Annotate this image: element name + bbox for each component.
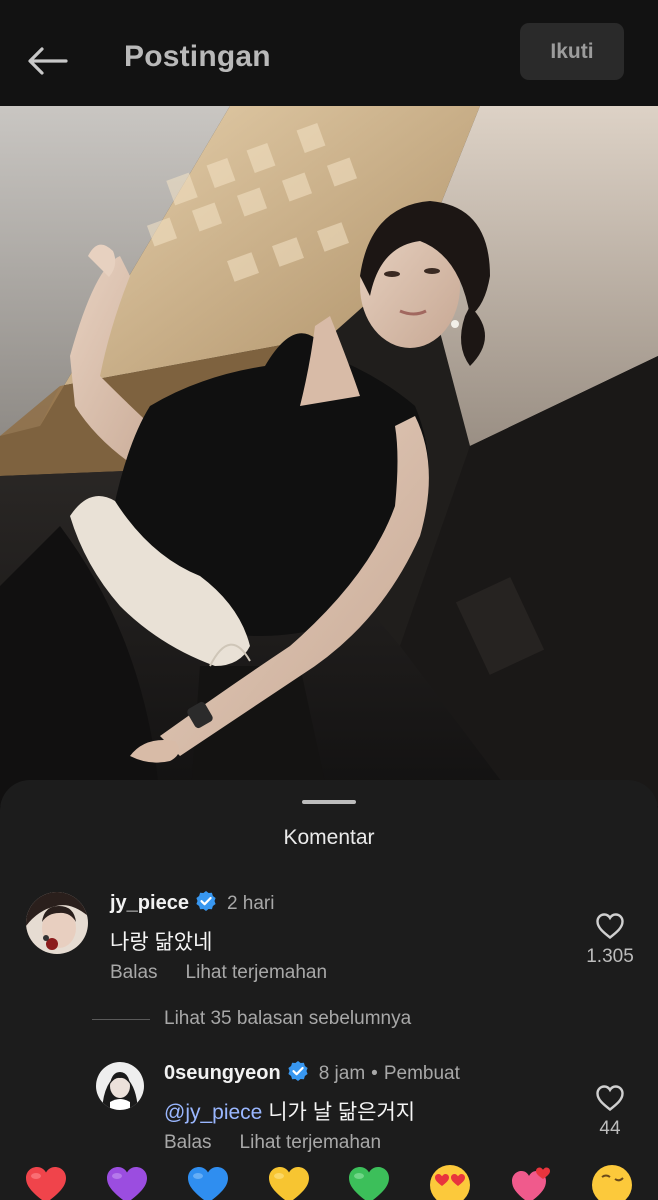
see-translation-button[interactable]: Lihat terjemahan <box>240 1132 382 1154</box>
page-title: Postingan <box>124 40 271 73</box>
top-bar: Postingan Ikuti <box>0 0 658 106</box>
see-translation-button[interactable]: Lihat terjemahan <box>186 962 328 984</box>
comment-text: 나랑 닮았네 <box>110 931 213 954</box>
heart-outline-icon[interactable] <box>595 1084 625 1112</box>
view-previous-replies-label: Lihat 35 balasan sebelumnya <box>164 1008 412 1029</box>
mention-link[interactable]: @jy_piece <box>164 1101 262 1124</box>
follow-button[interactable]: Ikuti <box>520 23 624 80</box>
purple-heart-emoji-button[interactable] <box>105 1163 149 1200</box>
avatar[interactable] <box>26 892 88 954</box>
kissing-emoji-button[interactable] <box>590 1163 634 1200</box>
comment-time: 8 jam <box>318 1062 366 1084</box>
two-hearts-emoji-icon <box>511 1167 550 1200</box>
separator-dot: • <box>371 1062 378 1084</box>
heart-eyes-emoji-button[interactable] <box>428 1163 472 1200</box>
verified-badge-icon <box>195 890 217 917</box>
green-heart-emoji-button[interactable] <box>347 1163 391 1200</box>
purple-heart-emoji-icon <box>107 1167 148 1200</box>
comment-username[interactable]: jy_piece <box>110 892 189 915</box>
like-control: 1.305 <box>580 912 640 968</box>
divider <box>92 1018 150 1020</box>
green-heart-emoji-icon <box>349 1167 390 1200</box>
comment-body: 니가 날 닮은거지 <box>268 1101 416 1124</box>
comments-sheet: Komentar jy_piece 2 hari 나랑 닮았네 Balas Li… <box>0 780 658 1200</box>
heart-eyes-emoji-icon <box>430 1165 471 1200</box>
blue-heart-emoji-button[interactable] <box>186 1163 230 1200</box>
reply-button[interactable]: Balas <box>110 962 158 984</box>
yellow-heart-emoji-button[interactable] <box>267 1163 311 1200</box>
back-arrow-icon <box>28 47 68 75</box>
comment-text: @jy_piece 니가 날 닮은거지 <box>164 1096 415 1126</box>
comment-username[interactable]: 0seungyeon <box>164 1062 281 1085</box>
red-heart-emoji-button[interactable] <box>24 1163 68 1200</box>
yellow-heart-emoji-icon <box>268 1167 309 1200</box>
avatar[interactable] <box>96 1062 144 1110</box>
sheet-grabber[interactable] <box>302 800 356 804</box>
sheet-title: Komentar <box>283 826 375 849</box>
red-heart-emoji-icon <box>26 1167 67 1200</box>
blue-heart-emoji-icon <box>187 1167 228 1200</box>
view-previous-replies[interactable]: Lihat 35 balasan sebelumnya <box>92 1008 411 1030</box>
author-tag: Pembuat <box>383 1062 460 1084</box>
reply-button[interactable]: Balas <box>164 1132 212 1154</box>
like-count: 1.305 <box>586 946 634 967</box>
like-control: 44 <box>580 1084 640 1140</box>
kissing-face-emoji-icon <box>591 1165 632 1200</box>
like-count: 44 <box>599 1118 621 1139</box>
heart-outline-icon[interactable] <box>595 912 625 940</box>
comment-time: 2 hari <box>226 892 275 914</box>
verified-badge-icon <box>287 1060 309 1087</box>
back-button[interactable] <box>22 38 72 84</box>
quick-reaction-bar <box>0 1153 658 1200</box>
hearts-emoji-button[interactable] <box>509 1163 553 1200</box>
post-photo[interactable] <box>0 106 658 806</box>
